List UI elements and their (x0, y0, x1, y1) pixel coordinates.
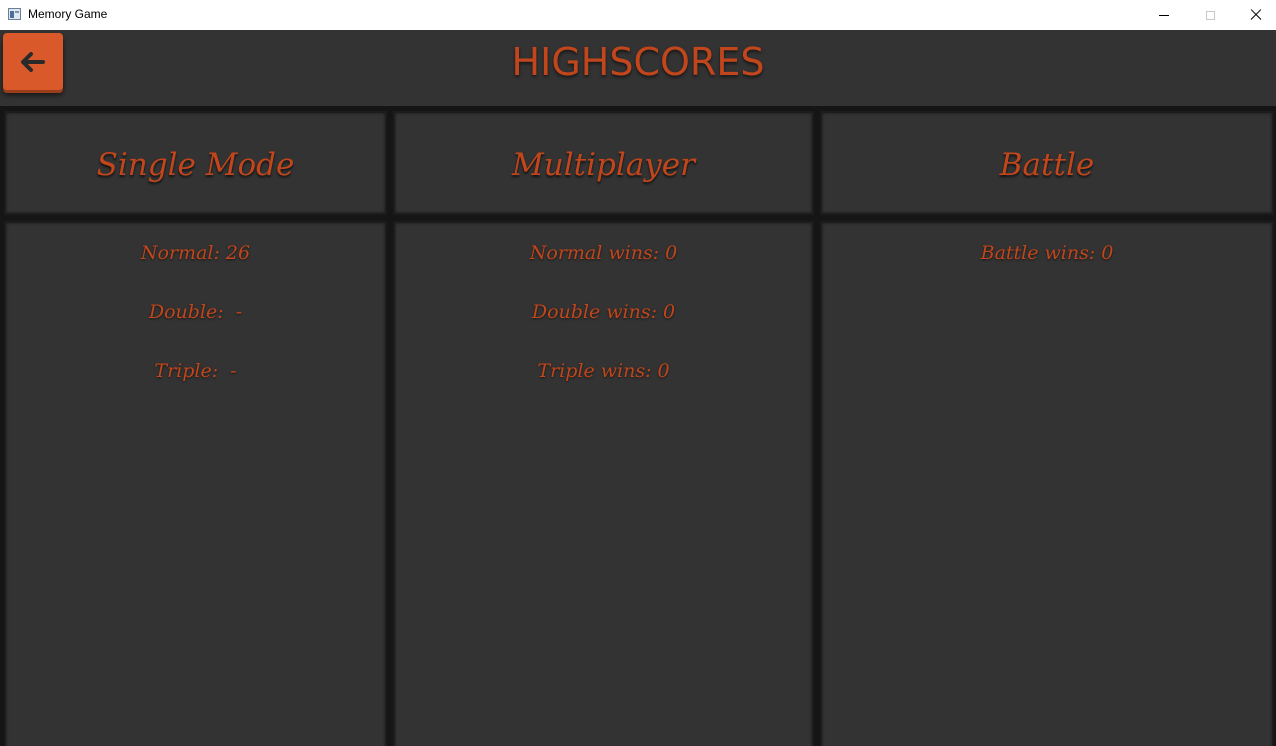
single-mode-header: Single Mode (4, 111, 387, 215)
title-bar[interactable]: Memory Game (0, 0, 1276, 30)
battle-title: Battle (999, 147, 1095, 183)
minimize-icon (1159, 14, 1169, 16)
battle-header: Battle (820, 111, 1274, 215)
multiplayer-double-wins: Double wins: 0 (531, 301, 676, 323)
close-button[interactable] (1233, 0, 1276, 30)
header: HIGHSCORES (0, 30, 1276, 106)
app-window: Memory Game HIGHSCORES Single Mode Norma… (0, 0, 1276, 746)
minimize-button[interactable] (1141, 0, 1187, 30)
single-double-score: Double: - (148, 301, 243, 323)
close-icon (1250, 9, 1262, 21)
single-mode-panel: Normal: 26 Double: - Triple: - (4, 221, 387, 746)
battle-wins: Battle wins: 0 (980, 242, 1114, 264)
multiplayer-header: Multiplayer (393, 111, 814, 215)
maximize-icon (1205, 10, 1215, 20)
page-title: HIGHSCORES (511, 40, 765, 84)
multiplayer-normal-wins: Normal wins: 0 (529, 242, 678, 264)
single-triple-score: Triple: - (154, 360, 237, 382)
app-window-icon (8, 8, 21, 20)
battle-panel: Battle wins: 0 (820, 221, 1274, 746)
multiplayer-panel: Normal wins: 0 Double wins: 0 Triple win… (393, 221, 814, 746)
single-mode-title: Single Mode (96, 147, 295, 183)
multiplayer-triple-wins: Triple wins: 0 (537, 360, 670, 382)
single-normal-score: Normal: 26 (140, 242, 251, 264)
multiplayer-title: Multiplayer (512, 147, 695, 183)
maximize-button[interactable] (1187, 0, 1233, 30)
window-title: Memory Game (28, 7, 108, 21)
highscores-content: Single Mode Normal: 26 Double: - Triple:… (0, 106, 1276, 746)
